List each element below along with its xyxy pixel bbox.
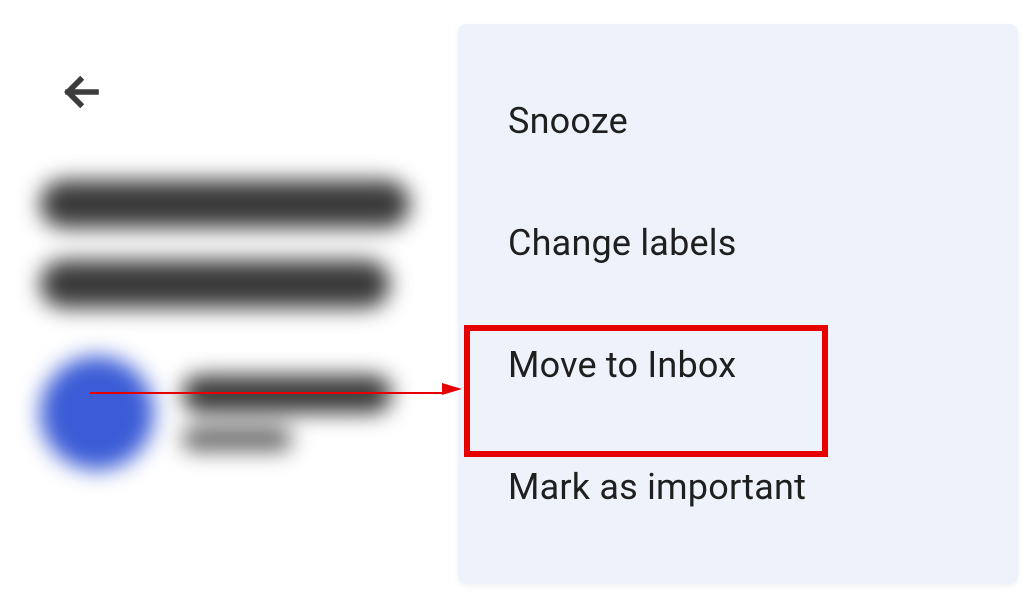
arrow-left-icon <box>61 71 103 117</box>
menu-item-move-to-inbox[interactable]: Move to Inbox <box>458 304 1018 426</box>
annotation-arrow <box>90 388 462 398</box>
back-button[interactable] <box>60 72 104 116</box>
menu-item-mark-important[interactable]: Mark as important <box>458 426 1018 548</box>
email-view-background: Snooze Change labels Move to Inbox Mark … <box>0 0 1024 600</box>
menu-item-change-labels[interactable]: Change labels <box>458 182 1018 304</box>
blurred-email-content <box>40 180 470 470</box>
menu-item-snooze[interactable]: Snooze <box>458 60 1018 182</box>
avatar <box>40 356 154 470</box>
overflow-menu: Snooze Change labels Move to Inbox Mark … <box>458 24 1018 584</box>
